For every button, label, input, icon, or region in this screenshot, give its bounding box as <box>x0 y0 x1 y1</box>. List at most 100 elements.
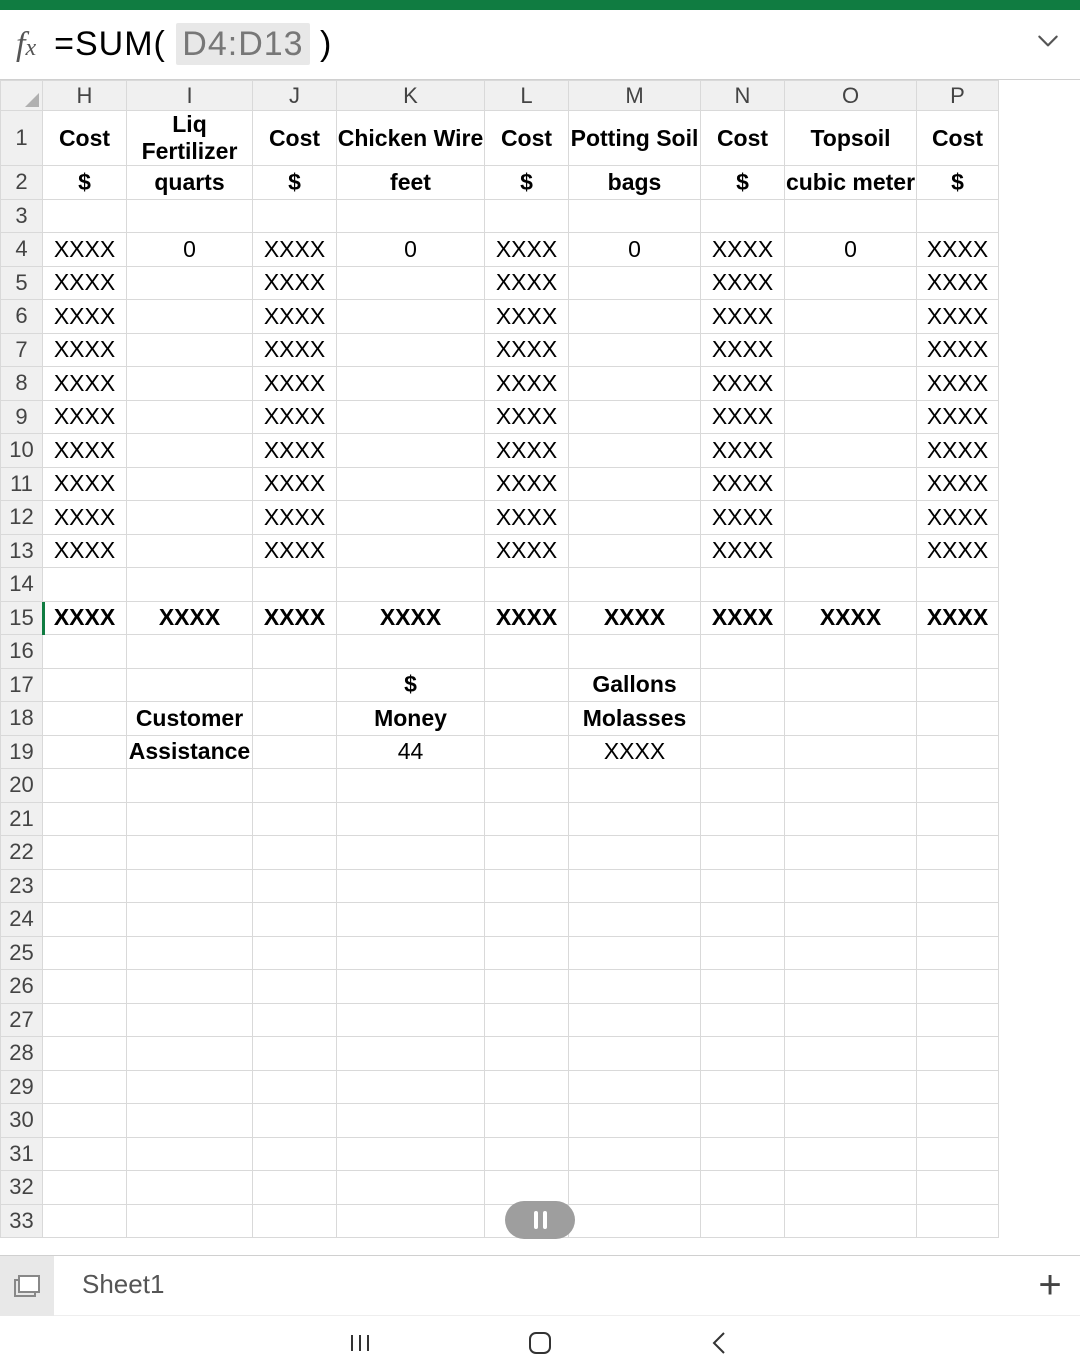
add-sheet-button[interactable]: + <box>1020 1263 1080 1308</box>
cell-L27[interactable] <box>485 1003 569 1037</box>
row-header-12[interactable]: 12 <box>1 501 43 535</box>
cell-L31[interactable] <box>485 1137 569 1171</box>
cell-I26[interactable] <box>127 970 253 1004</box>
back-icon[interactable] <box>705 1328 735 1358</box>
cell-H18[interactable] <box>43 702 127 736</box>
cell-P11[interactable]: XXXX <box>917 467 999 501</box>
cell-N16[interactable] <box>701 635 785 669</box>
cell-H19[interactable] <box>43 735 127 769</box>
fx-icon[interactable]: fx <box>6 26 46 64</box>
row-header-2[interactable]: 2 <box>1 166 43 200</box>
cell-K26[interactable] <box>337 970 485 1004</box>
cell-P17[interactable] <box>917 668 999 702</box>
cell-L30[interactable] <box>485 1104 569 1138</box>
cell-O22[interactable] <box>785 836 917 870</box>
cell-J28[interactable] <box>253 1037 337 1071</box>
cell-M32[interactable] <box>569 1171 701 1205</box>
cell-O19[interactable] <box>785 735 917 769</box>
cell-H33[interactable] <box>43 1204 127 1238</box>
cell-P23[interactable] <box>917 869 999 903</box>
cell-H26[interactable] <box>43 970 127 1004</box>
cell-H32[interactable] <box>43 1171 127 1205</box>
row-header-7[interactable]: 7 <box>1 333 43 367</box>
column-header-K[interactable]: K <box>337 81 485 111</box>
spreadsheet-grid[interactable]: HIJKLMNOP1CostLiq FertilizerCostChicken … <box>0 80 1080 1255</box>
cell-K1[interactable]: Chicken Wire <box>337 111 485 166</box>
cell-N5[interactable]: XXXX <box>701 266 785 300</box>
cell-O9[interactable] <box>785 400 917 434</box>
cell-M22[interactable] <box>569 836 701 870</box>
cell-K22[interactable] <box>337 836 485 870</box>
cell-K5[interactable] <box>337 266 485 300</box>
cell-J33[interactable] <box>253 1204 337 1238</box>
cell-I18[interactable]: Customer <box>127 702 253 736</box>
cell-K32[interactable] <box>337 1171 485 1205</box>
cell-J7[interactable]: XXXX <box>253 333 337 367</box>
cell-N14[interactable] <box>701 568 785 602</box>
cell-K17[interactable]: $ <box>337 668 485 702</box>
cell-K16[interactable] <box>337 635 485 669</box>
cell-M20[interactable] <box>569 769 701 803</box>
cell-P13[interactable]: XXXX <box>917 534 999 568</box>
cell-K31[interactable] <box>337 1137 485 1171</box>
cell-N8[interactable]: XXXX <box>701 367 785 401</box>
cell-O24[interactable] <box>785 903 917 937</box>
cell-O33[interactable] <box>785 1204 917 1238</box>
cell-M31[interactable] <box>569 1137 701 1171</box>
cell-I23[interactable] <box>127 869 253 903</box>
cell-H27[interactable] <box>43 1003 127 1037</box>
cell-J26[interactable] <box>253 970 337 1004</box>
cell-L13[interactable]: XXXX <box>485 534 569 568</box>
cell-K23[interactable] <box>337 869 485 903</box>
cell-P18[interactable] <box>917 702 999 736</box>
cell-N2[interactable]: $ <box>701 166 785 200</box>
row-header-10[interactable]: 10 <box>1 434 43 468</box>
select-all-corner[interactable] <box>1 81 43 111</box>
cell-J19[interactable] <box>253 735 337 769</box>
cell-P14[interactable] <box>917 568 999 602</box>
cell-K13[interactable] <box>337 534 485 568</box>
cell-K2[interactable]: feet <box>337 166 485 200</box>
cell-I9[interactable] <box>127 400 253 434</box>
cell-M21[interactable] <box>569 802 701 836</box>
cell-I12[interactable] <box>127 501 253 535</box>
cell-O4[interactable]: 0 <box>785 233 917 267</box>
cell-M28[interactable] <box>569 1037 701 1071</box>
cell-N18[interactable] <box>701 702 785 736</box>
cell-O26[interactable] <box>785 970 917 1004</box>
cell-I28[interactable] <box>127 1037 253 1071</box>
cell-K25[interactable] <box>337 936 485 970</box>
chevron-down-icon[interactable] <box>1028 28 1068 61</box>
cell-I30[interactable] <box>127 1104 253 1138</box>
cell-I31[interactable] <box>127 1137 253 1171</box>
cell-K28[interactable] <box>337 1037 485 1071</box>
cell-H1[interactable]: Cost <box>43 111 127 166</box>
cell-H9[interactable]: XXXX <box>43 400 127 434</box>
cell-I20[interactable] <box>127 769 253 803</box>
row-header-11[interactable]: 11 <box>1 467 43 501</box>
cell-N20[interactable] <box>701 769 785 803</box>
cell-O14[interactable] <box>785 568 917 602</box>
row-header-8[interactable]: 8 <box>1 367 43 401</box>
cell-H2[interactable]: $ <box>43 166 127 200</box>
cell-M30[interactable] <box>569 1104 701 1138</box>
cell-J12[interactable]: XXXX <box>253 501 337 535</box>
row-header-20[interactable]: 20 <box>1 769 43 803</box>
row-header-25[interactable]: 25 <box>1 936 43 970</box>
row-header-3[interactable]: 3 <box>1 199 43 233</box>
cell-J21[interactable] <box>253 802 337 836</box>
cell-P29[interactable] <box>917 1070 999 1104</box>
cell-P25[interactable] <box>917 936 999 970</box>
cell-P6[interactable]: XXXX <box>917 300 999 334</box>
cell-I6[interactable] <box>127 300 253 334</box>
cell-O2[interactable]: cubic meter <box>785 166 917 200</box>
cell-J23[interactable] <box>253 869 337 903</box>
cell-M1[interactable]: Potting Soil <box>569 111 701 166</box>
row-header-27[interactable]: 27 <box>1 1003 43 1037</box>
cell-P4[interactable]: XXXX <box>917 233 999 267</box>
cell-M6[interactable] <box>569 300 701 334</box>
home-icon[interactable] <box>525 1328 555 1358</box>
cell-K29[interactable] <box>337 1070 485 1104</box>
cell-M5[interactable] <box>569 266 701 300</box>
column-header-O[interactable]: O <box>785 81 917 111</box>
